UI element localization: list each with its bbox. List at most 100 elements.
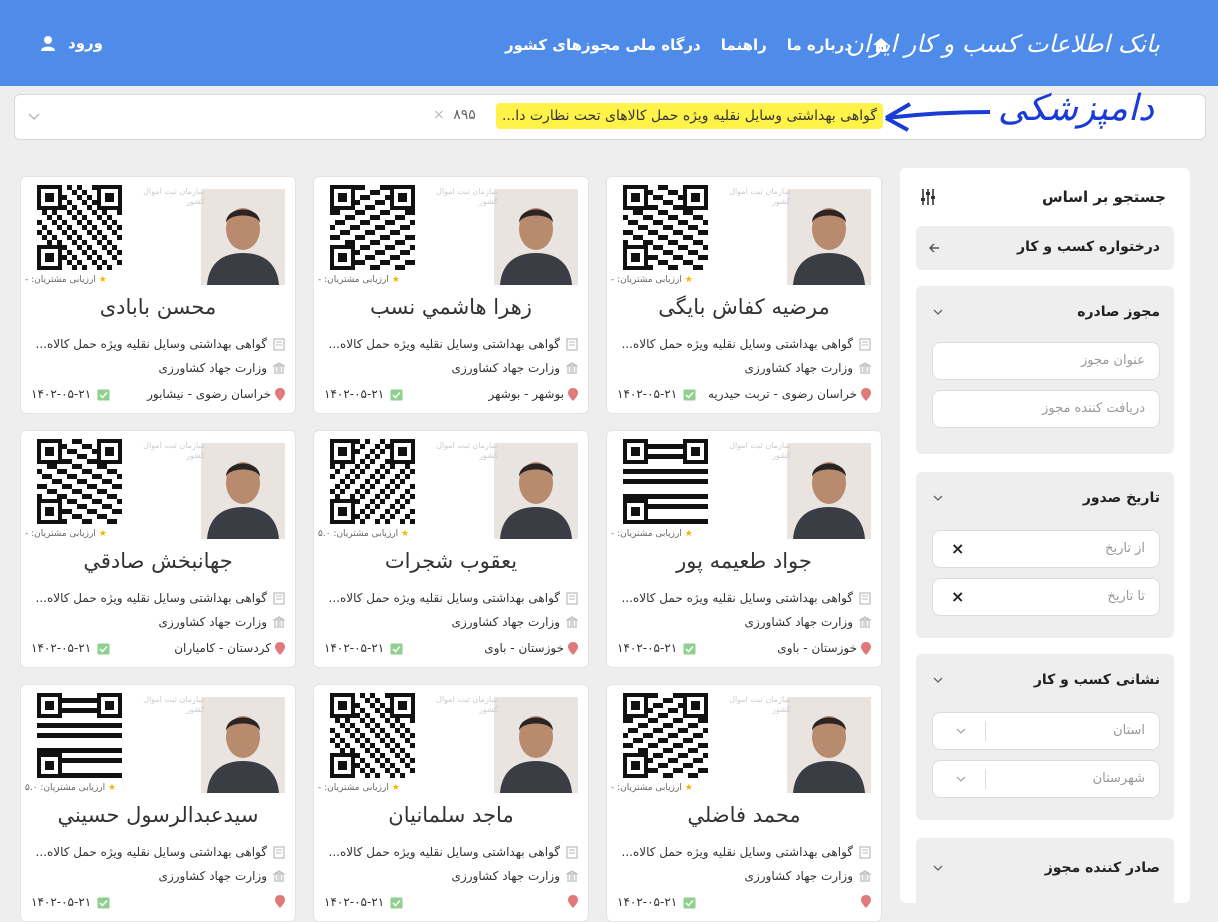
calendar-icon	[97, 897, 110, 908]
sidebar-title: جستجو بر اساس	[1041, 188, 1166, 206]
calendar-icon	[683, 389, 696, 400]
chevron-down-icon[interactable]	[932, 306, 944, 318]
person-name[interactable]: محمد فاضلي	[607, 803, 881, 827]
license-card[interactable]: سازمان ثبت اموال کشور ★ ارزیابی مشتریان:…	[20, 430, 296, 668]
person-name[interactable]: سیدعبدالرسول حسيني	[21, 803, 295, 827]
watermark-text: سازمان ثبت اموال کشور	[143, 695, 205, 714]
document-icon	[566, 337, 578, 351]
rating-value: -	[611, 275, 615, 285]
star-icon: ★	[391, 783, 400, 793]
qr-code[interactable]	[623, 185, 709, 271]
qr-code[interactable]	[37, 185, 123, 271]
login-button[interactable]: ورود	[40, 34, 103, 52]
nav-about[interactable]: درباره ما	[787, 36, 852, 54]
qr-code[interactable]	[330, 185, 416, 271]
date-to-placeholder: تا تاریخ	[1107, 589, 1145, 604]
site-logo[interactable]: بانک اطلاعات کسب و کار ایران	[846, 30, 1160, 58]
issuer-filter-label[interactable]: صادر کننده مجوز	[1045, 860, 1160, 876]
qr-code[interactable]	[623, 693, 709, 779]
bank-building-icon	[566, 870, 578, 882]
clear-chip-icon[interactable]: ×	[433, 107, 445, 123]
issue-date: ۱۴۰۲-۰۵-۲۱	[324, 895, 403, 909]
city-select[interactable]: شهرستان	[932, 760, 1160, 798]
clear-date-to-icon[interactable]: ×	[951, 587, 964, 606]
location: کردستان - کامیاران	[174, 641, 285, 655]
clear-date-from-icon[interactable]: ×	[951, 539, 964, 558]
chevron-down-icon[interactable]	[27, 109, 41, 123]
business-tree-button[interactable]: درختواره کسب و کار	[916, 226, 1174, 270]
document-icon	[859, 845, 871, 859]
license-filter-section: مجوز صادره عنوان مجوز دریافت کننده مجوز	[916, 286, 1174, 454]
star-icon: ★	[401, 529, 410, 539]
license-card[interactable]: سازمان ثبت اموال کشور ★ ارزیابی مشتریان:…	[606, 430, 882, 668]
location: خوزستان - باوی	[777, 641, 871, 655]
qr-code[interactable]	[330, 693, 416, 779]
province-select[interactable]: استان	[932, 712, 1160, 750]
user-icon	[41, 36, 55, 51]
person-name[interactable]: مرضیه کفاش بایگی	[607, 295, 881, 319]
rating-value: -	[611, 529, 615, 539]
watermark-text: سازمان ثبت اموال کشور	[143, 441, 205, 460]
watermark-text: سازمان ثبت اموال کشور	[143, 187, 205, 206]
person-name[interactable]: یعقوب شجرات	[314, 549, 588, 573]
license-filter-label[interactable]: مجوز صادره	[1077, 304, 1160, 320]
document-icon	[566, 591, 578, 605]
issue-date: ۱۴۰۲-۰۵-۲۱	[617, 641, 696, 655]
person-name[interactable]: ماجد سلمانیان	[314, 803, 588, 827]
select-divider	[985, 721, 986, 741]
date-filter-label[interactable]: تاریخ صدور	[1083, 490, 1160, 506]
issuer-ministry-text: وزارت جهاد کشاورزی	[451, 615, 560, 629]
bank-building-icon	[859, 362, 871, 374]
issue-date-text: ۱۴۰۲-۰۵-۲۱	[324, 387, 385, 401]
location-text: خراسان رضوی - نیشابور	[147, 387, 271, 401]
location-pin-icon	[861, 641, 871, 655]
date-from-input[interactable]: از تاریخ ×	[932, 530, 1160, 568]
login-label: ورود	[68, 34, 103, 52]
location-pin-icon	[275, 641, 285, 655]
license-card[interactable]: سازمان ثبت اموال کشور ★ ارزیابی مشتریان:…	[313, 684, 589, 922]
license-receiver-input[interactable]: دریافت کننده مجوز	[932, 390, 1160, 428]
issuer-ministry-text: وزارت جهاد کشاورزی	[451, 869, 560, 883]
chevron-down-icon[interactable]	[932, 674, 944, 686]
qr-code[interactable]	[37, 439, 123, 525]
person-name[interactable]: زهرا هاشمي نسب	[314, 295, 588, 319]
rating-value: -	[318, 275, 322, 285]
nav-guide[interactable]: راهنما	[721, 36, 767, 54]
license-type-text: گواهی بهداشتی وسایل نقلیه ویژه حمل کالاه…	[328, 591, 560, 605]
person-name[interactable]: جهانبخش صادقي	[21, 549, 295, 573]
license-card[interactable]: سازمان ثبت اموال کشور ★ ارزیابی مشتریان:…	[313, 430, 589, 668]
search-selected-chip[interactable]: گواهی بهداشتی وسایل نقلیه ویژه حمل کالاه…	[495, 103, 883, 129]
license-card[interactable]: سازمان ثبت اموال کشور ★ ارزیابی مشتریان:…	[20, 176, 296, 414]
issuer-ministry: وزارت جهاد کشاورزی	[452, 361, 578, 375]
issuer-ministry: وزارت جهاد کشاورزی	[452, 615, 578, 629]
location-text: کردستان - کامیاران	[174, 641, 271, 655]
person-name[interactable]: جواد طعیمه پور	[607, 549, 881, 573]
person-photo	[787, 697, 871, 793]
license-title-input[interactable]: عنوان مجوز	[932, 342, 1160, 380]
license-card[interactable]: سازمان ثبت اموال کشور ★ ارزیابی مشتریان:…	[606, 176, 882, 414]
date-to-input[interactable]: تا تاریخ ×	[932, 578, 1160, 616]
license-type: گواهی بهداشتی وسایل نقلیه ویژه حمل کالاه…	[329, 591, 578, 605]
issue-date-text: ۱۴۰۲-۰۵-۲۱	[617, 387, 678, 401]
location-pin-icon	[861, 387, 871, 401]
license-card[interactable]: سازمان ثبت اموال کشور ★ ارزیابی مشتریان:…	[606, 684, 882, 922]
chevron-down-icon[interactable]	[955, 725, 967, 737]
issue-date-text: ۱۴۰۲-۰۵-۲۱	[31, 641, 92, 655]
address-filter-label[interactable]: نشانی کسب و کار	[1034, 672, 1160, 688]
document-icon	[273, 337, 285, 351]
license-card[interactable]: سازمان ثبت اموال کشور ★ ارزیابی مشتریان:…	[313, 176, 589, 414]
issue-date-text: ۱۴۰۲-۰۵-۲۱	[324, 641, 385, 655]
license-card[interactable]: سازمان ثبت اموال کشور ★ ارزیابی مشتریان:…	[20, 684, 296, 922]
person-name[interactable]: محسن بابادی	[21, 295, 295, 319]
home-icon[interactable]	[872, 37, 890, 53]
chevron-down-icon[interactable]	[932, 492, 944, 504]
nav-national-portal[interactable]: درگاه ملی مجوزهای کشور	[505, 36, 701, 54]
filter-sliders-icon[interactable]	[920, 188, 936, 206]
qr-code[interactable]	[37, 693, 123, 779]
chevron-down-icon[interactable]	[932, 862, 944, 874]
qr-code[interactable]	[623, 439, 709, 525]
customer-rating: ★ ارزیابی مشتریان: -	[318, 783, 400, 793]
chevron-down-icon[interactable]	[955, 773, 967, 785]
card-footer: کردستان - کامیاران ۱۴۰۲-۰۵-۲۱	[31, 641, 285, 659]
qr-code[interactable]	[330, 439, 416, 525]
